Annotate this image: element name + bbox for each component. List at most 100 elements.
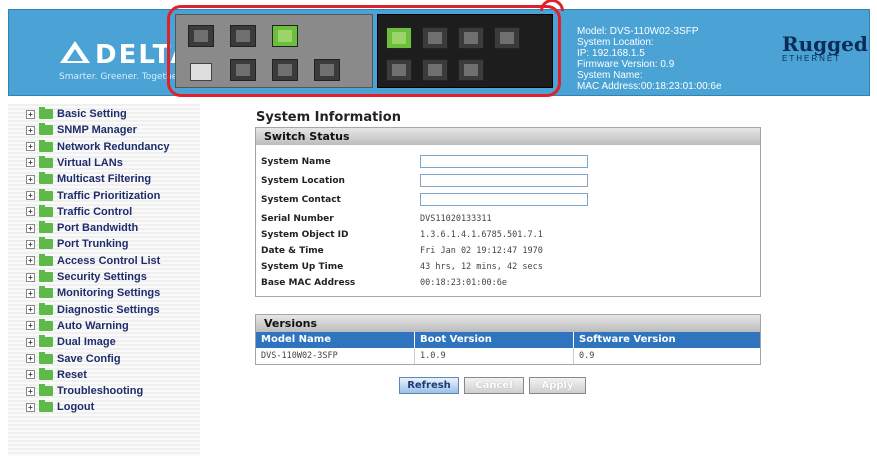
versions-heading: Versions xyxy=(256,315,760,332)
apply-button[interactable]: Apply xyxy=(529,377,586,394)
folder-icon xyxy=(39,123,53,136)
sidebar-item-reset[interactable]: + Reset xyxy=(26,367,87,383)
sidebar-item-virtual-lans[interactable]: + Virtual LANs xyxy=(26,155,123,171)
status-label: Serial Number xyxy=(261,214,334,224)
sidebar-item-diagnostic-settings[interactable]: + Diagnostic Settings xyxy=(26,302,160,318)
cell-software-version: 0.9 xyxy=(579,351,595,361)
expand-icon[interactable]: + xyxy=(26,239,35,249)
folder-icon xyxy=(39,318,53,331)
folder-icon xyxy=(39,302,53,315)
sidebar-item-label: Traffic Control xyxy=(57,205,133,218)
device-highlight-frame xyxy=(167,0,564,97)
status-label: Base MAC Address xyxy=(261,278,356,288)
sidebar-item-troubleshooting[interactable]: + Troubleshooting xyxy=(26,383,143,399)
sidebar-item-label: Traffic Prioritization xyxy=(57,189,161,202)
folder-icon xyxy=(39,139,53,152)
sidebar-item-traffic-prioritization[interactable]: + Traffic Prioritization xyxy=(26,188,160,204)
cancel-button[interactable]: Cancel xyxy=(464,377,524,394)
switch-status-panel: Switch Status System Name System Location… xyxy=(255,127,761,297)
folder-icon xyxy=(39,188,53,201)
sidebar-item-label: SNMP Manager xyxy=(57,124,137,137)
folder-icon xyxy=(39,351,53,364)
expand-icon[interactable]: + xyxy=(26,337,35,347)
sidebar-item-label: Dual Image xyxy=(57,336,116,349)
folder-icon xyxy=(39,237,53,250)
sidebar-item-port-bandwidth[interactable]: + Port Bandwidth xyxy=(26,220,138,236)
sidebar-item-label: Access Control List xyxy=(57,254,161,267)
sidebar-item-save-config[interactable]: + Save Config xyxy=(26,351,121,367)
status-row-system-location: System Location xyxy=(261,174,756,190)
switch-status-heading: Switch Status xyxy=(256,128,760,145)
mac-text: MAC Address:00:18:23:01:00:6e xyxy=(577,81,722,92)
delta-triangle-icon xyxy=(60,41,90,63)
refresh-button[interactable]: Refresh xyxy=(399,377,459,394)
expand-icon[interactable]: + xyxy=(26,370,35,380)
folder-icon xyxy=(39,221,53,234)
expand-icon[interactable]: + xyxy=(26,386,35,396)
sidebar-item-label: Port Trunking xyxy=(57,238,129,251)
sidebar-item-dual-image[interactable]: + Dual Image xyxy=(26,334,116,350)
sidebar-item-auto-warning[interactable]: + Auto Warning xyxy=(26,318,129,334)
folder-icon xyxy=(39,335,53,348)
expand-icon[interactable]: + xyxy=(26,223,35,233)
sidebar-item-label: Virtual LANs xyxy=(57,156,123,169)
column-model-name: Model Name xyxy=(256,332,415,348)
system-contact-input[interactable] xyxy=(420,193,588,206)
location-text: System Location: xyxy=(577,37,654,48)
system-name-input[interactable] xyxy=(420,155,588,168)
folder-icon xyxy=(39,204,53,217)
folder-icon xyxy=(39,172,53,185)
expand-icon[interactable]: + xyxy=(26,158,35,168)
status-label: System Up Time xyxy=(261,262,344,272)
sidebar-item-traffic-control[interactable]: + Traffic Control xyxy=(26,204,132,220)
expand-icon[interactable]: + xyxy=(26,288,35,298)
sidebar-item-access-control-list[interactable]: + Access Control List xyxy=(26,253,160,269)
sidebar-item-label: Reset xyxy=(57,368,87,381)
expand-icon[interactable]: + xyxy=(26,305,35,315)
folder-icon xyxy=(39,270,53,282)
firmware-text: Firmware Version: 0.9 xyxy=(577,59,675,70)
status-label: System Location xyxy=(261,176,345,186)
cell-model-name: DVS-110W02-3SFP xyxy=(256,348,415,364)
status-label: Date & Time xyxy=(261,246,324,256)
sidebar-item-label: Network Redundancy xyxy=(57,140,170,153)
expand-icon[interactable]: + xyxy=(26,354,35,363)
expand-icon[interactable]: + xyxy=(26,109,35,119)
expand-icon[interactable]: + xyxy=(26,256,35,266)
status-row-date-time: Date & Time Fri Jan 02 19:12:47 1970 xyxy=(261,246,756,260)
cell-boot-version: 1.0.9 xyxy=(415,348,574,364)
expand-icon[interactable]: + xyxy=(26,142,35,152)
system-up-time-value: 43 hrs, 12 mins, 42 secs xyxy=(420,262,543,272)
system-location-input[interactable] xyxy=(420,174,588,187)
sidebar-item-label: Multicast Filtering xyxy=(57,173,152,186)
sidebar-item-label: Save Config xyxy=(57,352,121,365)
sidebar-item-network-redundancy[interactable]: + Network Redundancy xyxy=(26,139,169,155)
sidebar-item-multicast-filtering[interactable]: + Multicast Filtering xyxy=(26,171,151,187)
column-software-version: Software Version xyxy=(574,332,760,348)
status-row-system-up-time: System Up Time 43 hrs, 12 mins, 42 secs xyxy=(261,262,756,276)
sidebar-item-basic-setting[interactable]: + Basic Setting xyxy=(26,106,127,122)
folder-icon xyxy=(39,384,53,397)
expand-icon[interactable]: + xyxy=(26,207,35,217)
status-row-system-name: System Name xyxy=(261,155,756,171)
versions-panel: Versions Model Name Boot Version Softwar… xyxy=(255,314,761,365)
sidebar-item-security-settings[interactable]: + Security Settings xyxy=(26,269,147,285)
sidebar-item-label: Port Bandwidth xyxy=(57,222,139,235)
status-row-system-contact: System Contact xyxy=(261,193,756,209)
expand-icon[interactable]: + xyxy=(26,125,35,135)
expand-icon[interactable]: + xyxy=(26,402,35,412)
sidebar-item-port-trunking[interactable]: + Port Trunking xyxy=(26,236,129,252)
status-label: System Contact xyxy=(261,195,341,205)
system-name-text: System Name: xyxy=(577,70,643,81)
sidebar-item-logout[interactable]: + Logout xyxy=(26,399,94,415)
sidebar-item-snmp-manager[interactable]: + SNMP Manager xyxy=(26,122,137,138)
expand-icon[interactable]: + xyxy=(26,191,35,200)
expand-icon[interactable]: + xyxy=(26,321,35,331)
date-time-value: Fri Jan 02 19:12:47 1970 xyxy=(420,246,543,256)
system-object-id-value: 1.3.6.1.4.1.6785.501.7.1 xyxy=(420,230,543,240)
sidebar-item-monitoring-settings[interactable]: + Monitoring Settings xyxy=(26,285,160,301)
status-row-serial-number: Serial Number DVS11020133311 xyxy=(261,214,756,228)
expand-icon[interactable]: + xyxy=(26,174,35,184)
expand-icon[interactable]: + xyxy=(26,272,35,282)
status-label: System Name xyxy=(261,157,331,167)
